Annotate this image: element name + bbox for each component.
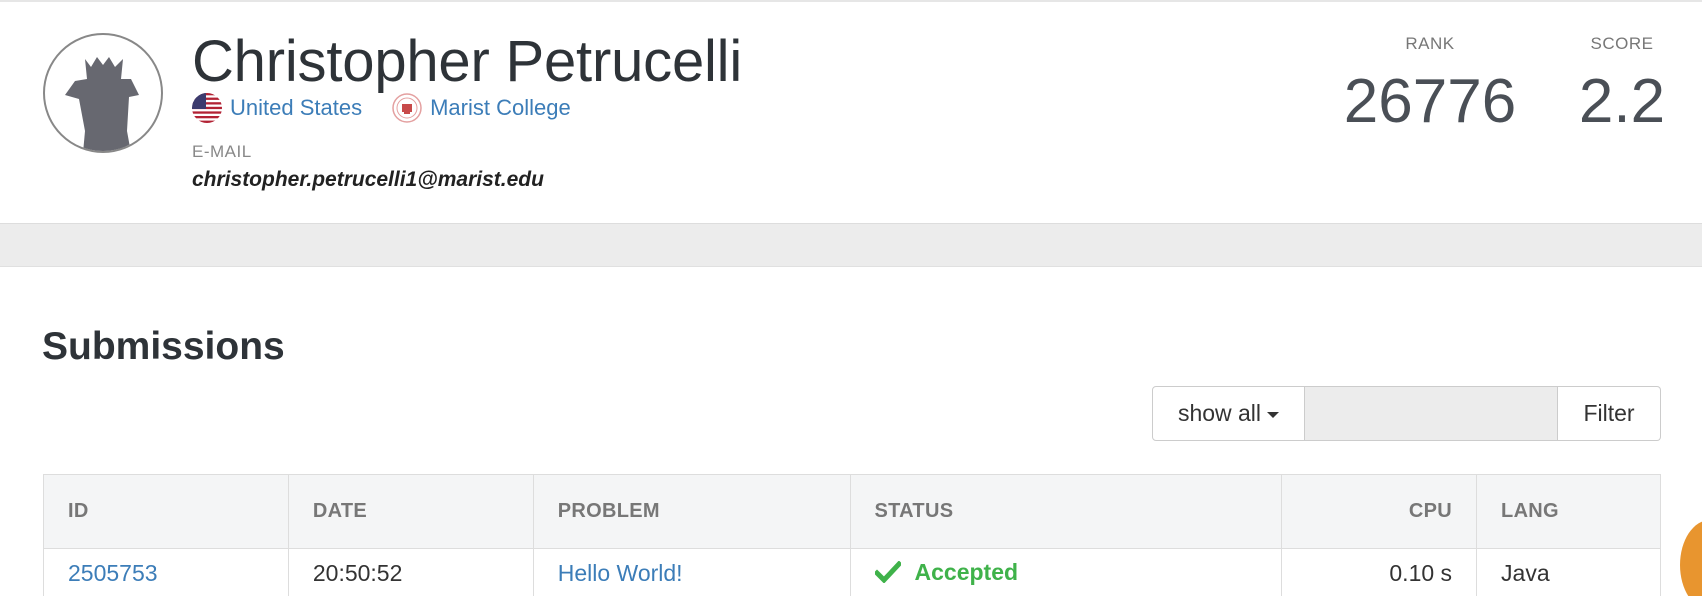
submissions-table: ID DATE PROBLEM STATUS CPU LANG 2505753 … — [43, 474, 1661, 596]
table-row: 2505753 20:50:52 Hello World! Accepted 0… — [43, 548, 1661, 596]
marist-seal-icon — [392, 93, 422, 123]
score-stat: SCORE 2.2 — [1572, 34, 1672, 137]
filter-bar: show all Filter — [1152, 386, 1661, 441]
submission-id-link[interactable]: 2505753 — [68, 560, 158, 586]
us-flag-icon — [192, 93, 222, 123]
rank-stat: RANK 26776 — [1340, 34, 1520, 137]
affiliation-row: United States Marist College — [192, 92, 601, 124]
email-value: christopher.petrucelli1@marist.edu — [192, 168, 544, 191]
col-status: STATUS — [849, 474, 1283, 549]
col-cpu: CPU — [1281, 474, 1478, 549]
filter-input[interactable] — [1305, 386, 1558, 441]
rank-value: 26776 — [1343, 67, 1517, 136]
score-value: 2.2 — [1578, 67, 1666, 136]
submission-lang: Java — [1476, 548, 1661, 596]
rank-label: RANK — [1405, 34, 1455, 53]
problem-link[interactable]: Hello World! — [558, 560, 683, 586]
avatar — [43, 33, 163, 153]
status-badge: Accepted — [874, 558, 1019, 586]
school-link[interactable]: Marist College — [430, 95, 571, 121]
country-link[interactable]: United States — [230, 95, 362, 121]
submission-cpu: 0.10 s — [1281, 548, 1478, 596]
col-problem: PROBLEM — [532, 474, 851, 549]
score-label: SCORE — [1590, 34, 1654, 53]
submission-date: 20:50:52 — [287, 548, 534, 596]
submissions-heading: Submissions — [42, 325, 285, 368]
table-header-row: ID DATE PROBLEM STATUS CPU LANG — [43, 474, 1661, 549]
filter-button[interactable]: Filter — [1558, 386, 1661, 441]
col-lang: LANG — [1476, 474, 1661, 549]
caret-down-icon — [1267, 412, 1280, 418]
user-silhouette-icon — [65, 57, 139, 151]
col-id: ID — [43, 474, 289, 549]
check-icon — [874, 561, 901, 583]
chat-launcher-button[interactable] — [1680, 520, 1702, 596]
status-text: Accepted — [914, 558, 1019, 585]
email-label: E-MAIL — [192, 142, 252, 161]
status-filter-value: show all — [1177, 400, 1262, 426]
divider-band — [0, 224, 1702, 267]
status-filter-dropdown[interactable]: show all — [1152, 386, 1305, 441]
user-name: Christopher Petrucelli — [192, 29, 743, 94]
col-date: DATE — [287, 474, 534, 549]
profile-header: Christopher Petrucelli United States Mar… — [0, 0, 1702, 224]
